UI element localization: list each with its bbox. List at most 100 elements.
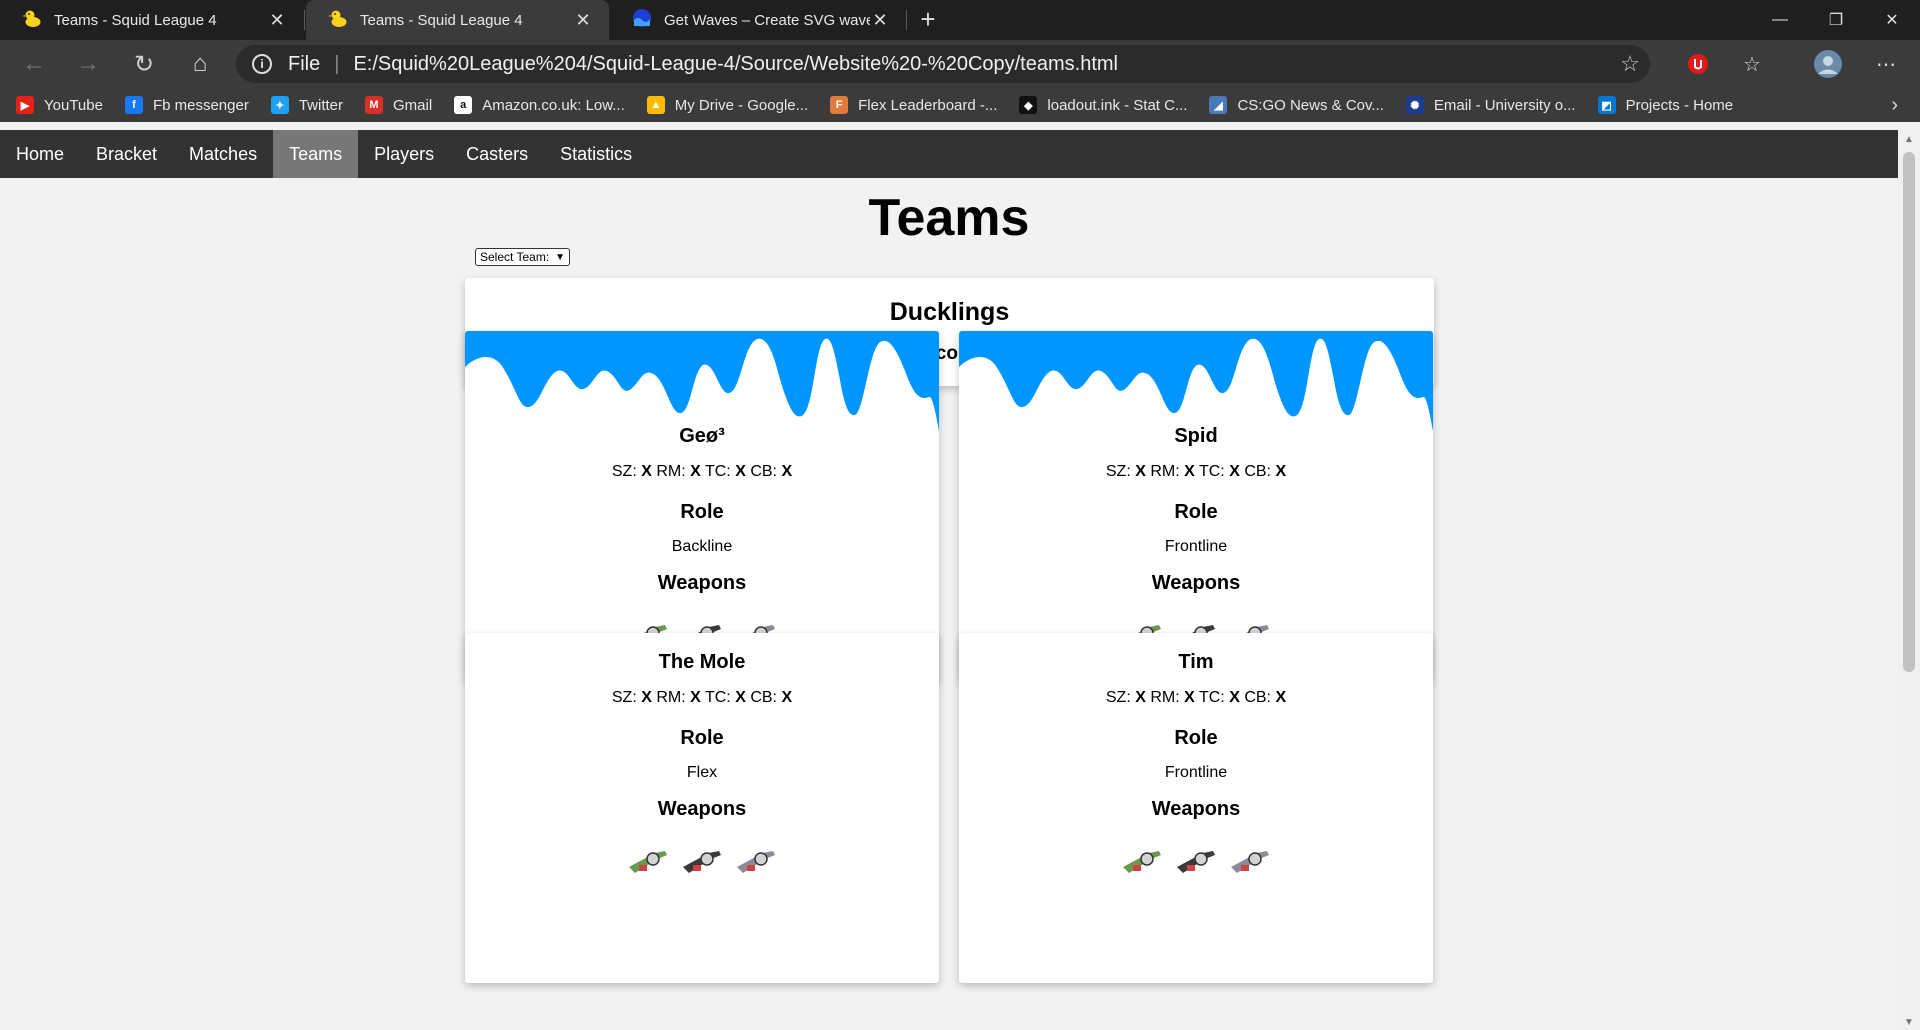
role-heading: Role xyxy=(680,727,724,749)
tab-title: Teams - Squid League 4 xyxy=(54,11,217,29)
favorites-icon[interactable]: ☆ xyxy=(1736,48,1768,80)
youtube-icon: ▶ xyxy=(16,96,34,114)
bookmark-item[interactable]: ◢ CS:GO News & Cov... xyxy=(1209,96,1384,114)
duck-icon xyxy=(328,8,348,32)
restore-icon[interactable]: ❐ xyxy=(1808,0,1864,40)
sz-label: SZ: xyxy=(611,689,637,706)
player-card: Tim SZ: X RM: X TC: X CB: X Role Frontline W… xyxy=(959,633,1433,983)
minimize-icon[interactable]: — xyxy=(1752,0,1808,40)
site-nav: Home Bracket Matches Teams Players Casters Sta… xyxy=(0,130,1898,178)
player-ranks: SZ: X RM: X TC: X CB: X xyxy=(465,463,939,481)
bookmark-item[interactable]: ✦ Twitter xyxy=(270,96,343,114)
sz-rank: X xyxy=(1135,463,1146,480)
sz-rank: X xyxy=(641,689,652,706)
bookmark-item[interactable]: M Gmail xyxy=(365,96,432,114)
bookmarks-bar: ▶ YouTube f Fb messenger ✦ Twitter M Gmail a Amaz… xyxy=(0,88,1920,122)
bookmark-item[interactable]: ▲ My Drive - Google... xyxy=(646,96,809,114)
nav-bracket[interactable]: Bracket xyxy=(80,130,173,178)
bookmark-label: Projects - Home xyxy=(1625,96,1734,114)
bookmark-item[interactable]: ▶ YouTube xyxy=(16,96,103,114)
loadout-icon: ◆ xyxy=(1019,96,1038,114)
cb-rank: X xyxy=(781,463,793,480)
sz-label: SZ: xyxy=(1105,689,1131,706)
tc-rank: X xyxy=(1229,689,1240,706)
gmail-icon: M xyxy=(365,96,384,114)
menu-more-icon[interactable]: ⋯ xyxy=(1870,48,1902,80)
nav-casters[interactable]: Casters xyxy=(450,130,544,178)
scrollbar[interactable]: ▲ ▼ xyxy=(1898,130,1920,1030)
player-name: Spid xyxy=(1174,425,1218,447)
back-icon[interactable]: ← xyxy=(16,46,52,82)
bookmark-item[interactable]: f Fb messenger xyxy=(124,96,249,114)
extension-icon[interactable] xyxy=(1682,48,1714,80)
bucket-icon xyxy=(1123,851,1161,873)
bookmark-item[interactable]: ◆ loadout.ink - Stat C... xyxy=(1019,96,1187,114)
nav-statistics[interactable]: Statistics xyxy=(544,130,648,178)
bookmark-label: My Drive - Google... xyxy=(674,96,809,114)
university-icon: ✺ xyxy=(1405,96,1424,114)
nav-players[interactable]: Players xyxy=(358,130,450,178)
team-select-label: Select Team: xyxy=(480,250,550,264)
tab-title: Get Waves – Create SVG waves fo xyxy=(664,11,870,29)
info-icon[interactable]: i xyxy=(252,54,272,74)
tc-label: TC: xyxy=(704,463,731,480)
home-icon[interactable]: ⌂ xyxy=(182,46,218,82)
player-card: Spid SZ: X RM: X TC: X CB: X Role Frontline… xyxy=(959,331,1433,681)
close-window-icon[interactable]: ✕ xyxy=(1864,0,1920,40)
weapons-heading: Weapons xyxy=(1151,798,1241,820)
scroll-up-icon[interactable]: ▲ xyxy=(1898,134,1920,145)
close-icon[interactable]: ✕ xyxy=(573,10,593,31)
splattershot-pro-icon xyxy=(737,851,775,873)
roller-icon xyxy=(1231,851,1269,873)
rm-rank: X xyxy=(1184,689,1195,706)
page-title: Teams xyxy=(868,189,1030,247)
rm-label: RM: xyxy=(1150,689,1180,706)
browser-tab[interactable]: Teams - Squid League 4 ✕ xyxy=(0,0,303,40)
blaster-icon xyxy=(683,851,721,873)
forward-icon[interactable]: → xyxy=(70,46,106,82)
refresh-icon[interactable]: ↻ xyxy=(126,46,162,82)
twitter-icon: ✦ xyxy=(270,96,289,114)
address-field[interactable]: i File | E:/Squid%20League%204/Squid-Lea… xyxy=(236,45,1650,83)
browser-tab-active[interactable]: Teams - Squid League 4 ✕ xyxy=(306,0,609,40)
cb-rank: X xyxy=(1275,463,1287,480)
squeezer-icon xyxy=(629,851,667,873)
role-heading: Role xyxy=(1174,501,1218,523)
sz-label: SZ: xyxy=(1105,463,1131,480)
player-name: The Mole xyxy=(658,651,746,673)
bookmark-item[interactable]: ◩ Projects - Home xyxy=(1597,96,1734,114)
weapon-list xyxy=(959,837,1433,883)
team-select[interactable]: Select Team: ▼ xyxy=(475,248,571,266)
url-scheme: File xyxy=(288,52,321,75)
scrollbar-thumb[interactable] xyxy=(1903,152,1915,672)
rm-label: RM: xyxy=(1150,463,1180,480)
close-icon[interactable]: ✕ xyxy=(870,10,890,31)
cb-rank: X xyxy=(781,689,793,706)
new-tab-icon[interactable]: + xyxy=(913,4,943,34)
player-card: The Mole SZ: X RM: X TC: X CB: X Role Flex W… xyxy=(465,633,939,983)
close-icon[interactable]: ✕ xyxy=(267,10,287,31)
bookmark-label: CS:GO News & Cov... xyxy=(1237,96,1384,114)
address-bar-row: ← → ↻ ⌂ i File | E:/Squid%20League%204/S… xyxy=(0,40,1920,88)
chevron-right-icon[interactable]: › xyxy=(1891,94,1898,117)
role-heading: Role xyxy=(1174,727,1218,749)
nav-home[interactable]: Home xyxy=(0,130,80,178)
nav-teams[interactable]: Teams xyxy=(273,130,359,178)
bookmark-item[interactable]: F Flex Leaderboard -... xyxy=(830,96,997,114)
bookmark-item[interactable]: a Amazon.co.uk: Low... xyxy=(454,96,625,114)
tc-label: TC: xyxy=(704,689,731,706)
nav-matches[interactable]: Matches xyxy=(173,130,273,178)
favorite-star-icon[interactable]: ☆ xyxy=(1610,51,1650,77)
bookmark-label: Flex Leaderboard -... xyxy=(858,96,998,114)
tab-title: Teams - Squid League 4 xyxy=(360,11,523,29)
browser-tab[interactable]: Get Waves – Create SVG waves fo ✕ xyxy=(610,0,906,40)
bookmark-label: loadout.ink - Stat C... xyxy=(1047,96,1188,114)
player-name: Geø³ xyxy=(679,425,725,447)
sz-rank: X xyxy=(641,463,652,480)
url-text: E:/Squid%20League%204/Squid-League-4/Sou… xyxy=(353,52,1118,75)
avatar[interactable] xyxy=(1812,48,1844,80)
bookmark-item[interactable]: ✺ Email - University o... xyxy=(1405,96,1576,114)
rm-rank: X xyxy=(1184,463,1195,480)
scroll-down-icon[interactable]: ▼ xyxy=(1898,1017,1920,1028)
azure-devops-icon: ◩ xyxy=(1597,96,1616,114)
